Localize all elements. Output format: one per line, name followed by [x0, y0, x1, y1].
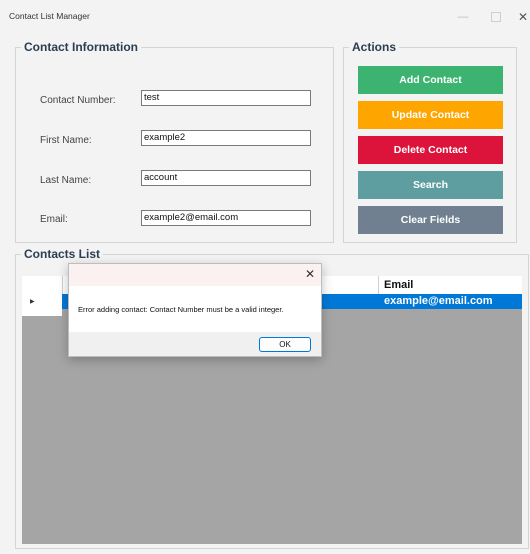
first-name-label: First Name:	[40, 135, 92, 146]
window-title: Contact List Manager	[9, 11, 90, 21]
title-bar: Contact List Manager — ✕	[0, 0, 530, 34]
email-cell[interactable]: example@email.com	[384, 295, 493, 308]
minimize-icon: —	[457, 11, 469, 23]
last-name-input[interactable]: account	[141, 170, 311, 186]
ok-button[interactable]: OK	[259, 337, 311, 352]
contact-number-label: Contact Number:	[40, 95, 116, 106]
error-dialog: ✕ Error adding contact: Contact Number m…	[68, 263, 322, 357]
contact-number-input[interactable]: test	[141, 90, 311, 106]
delete-contact-button[interactable]: Delete Contact	[358, 136, 503, 164]
search-button[interactable]: Search	[358, 171, 503, 199]
actions-group: Actions Add Contact Update Contact Delet…	[343, 40, 517, 243]
first-name-input[interactable]: example2	[141, 130, 311, 146]
add-contact-button[interactable]: Add Contact	[358, 66, 503, 94]
clear-fields-button[interactable]: Clear Fields	[358, 206, 503, 234]
update-contact-button[interactable]: Update Contact	[358, 101, 503, 129]
contacts-list-title: Contacts List	[21, 247, 104, 261]
current-row-arrow-icon: ▶	[30, 299, 35, 305]
column-separator	[378, 276, 379, 294]
maximize-button[interactable]	[485, 8, 507, 26]
minimize-button[interactable]: —	[452, 8, 474, 26]
close-icon: ✕	[517, 10, 529, 24]
last-name-label: Last Name:	[40, 175, 92, 186]
dialog-footer: OK	[69, 332, 321, 356]
column-separator	[62, 276, 63, 294]
contact-information-group: Contact Information Contact Number: test…	[15, 40, 334, 243]
dialog-message: Error adding contact: Contact Number mus…	[78, 305, 284, 314]
contact-information-title: Contact Information	[21, 40, 141, 54]
email-input[interactable]: example2@email.com	[141, 210, 311, 226]
dialog-title-bar: ✕	[69, 264, 321, 286]
row-header[interactable]	[22, 294, 62, 316]
actions-title: Actions	[349, 40, 400, 54]
main-window: Contact List Manager — ✕ Contact Informa…	[0, 0, 530, 554]
close-button[interactable]: ✕	[512, 8, 530, 26]
email-label: Email:	[40, 214, 68, 225]
email-column-header[interactable]: Email	[384, 276, 413, 294]
dialog-close-icon[interactable]: ✕	[305, 267, 315, 281]
maximize-icon	[491, 12, 501, 23]
